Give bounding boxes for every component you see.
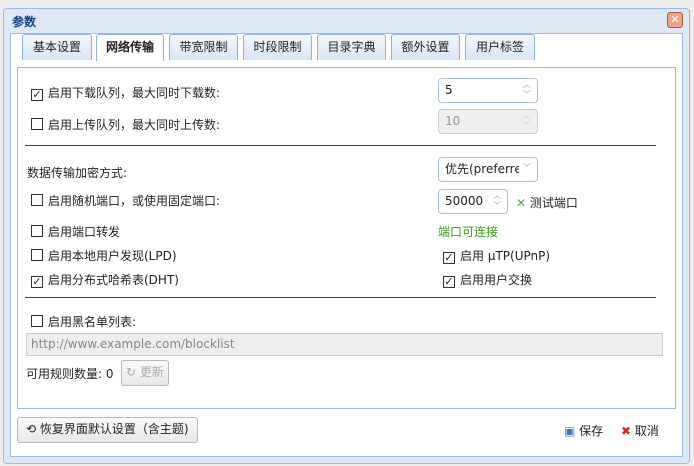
port-forward-row: 启用端口转发 bbox=[31, 223, 120, 240]
update-button[interactable]: ↻ 更新 bbox=[121, 360, 169, 386]
encryption-value: 优先(preferre bbox=[445, 162, 522, 176]
spinner-arrows-icon[interactable]: ︿ ﹀ bbox=[489, 191, 505, 211]
port-value: 50000 bbox=[445, 194, 484, 208]
divider bbox=[25, 297, 656, 298]
dht-row: ✓ 启用分布式哈希表(DHT) bbox=[31, 271, 179, 288]
upload-queue-checkbox[interactable] bbox=[31, 118, 43, 130]
pex-checkbox[interactable]: ✓ bbox=[443, 276, 455, 288]
divider bbox=[25, 145, 656, 146]
save-button[interactable]: ▣ 保存 bbox=[564, 422, 603, 439]
tab-user-labels[interactable]: 用户标签 bbox=[465, 34, 535, 60]
random-port-row: 启用随机端口，或使用固定端口: bbox=[31, 192, 220, 209]
download-queue-value: 5 bbox=[445, 83, 453, 97]
save-label: 保存 bbox=[579, 424, 604, 438]
upload-queue-spinner[interactable]: 10 ︿ ﹀ bbox=[438, 109, 538, 134]
dht-label: 启用分布式哈希表(DHT) bbox=[48, 273, 179, 287]
spinner-arrows-icon[interactable]: ︿ ﹀ bbox=[519, 80, 535, 100]
encryption-select[interactable]: 优先(preferre ﹀ bbox=[438, 157, 538, 182]
tab-network[interactable]: 网络传输 bbox=[96, 34, 164, 61]
blocklist-label: 启用黑名单列表: bbox=[48, 315, 137, 329]
pex-row: ✓ 启用用户交换 bbox=[443, 271, 532, 288]
upload-queue-value: 10 bbox=[445, 114, 461, 128]
test-port-label: 测试端口 bbox=[529, 196, 578, 210]
dialog-title: 参数 bbox=[12, 15, 37, 29]
test-port-button[interactable]: ✕ 测试端口 bbox=[516, 194, 578, 211]
port-status: 端口可连接 bbox=[438, 225, 499, 239]
tab-bandwidth[interactable]: 带宽限制 bbox=[169, 34, 238, 60]
tab-schedule[interactable]: 时段限制 bbox=[243, 34, 312, 60]
restore-icon: ⟲ bbox=[26, 422, 37, 436]
blocklist-url-input[interactable]: http://www.example.com/blocklist bbox=[26, 333, 663, 356]
cancel-label: 取消 bbox=[634, 424, 659, 438]
port-spinner[interactable]: 50000 ︿ ﹀ bbox=[438, 189, 508, 214]
tab-dictionary[interactable]: 目录字典 bbox=[317, 34, 386, 60]
blocklist-row: 启用黑名单列表: bbox=[31, 313, 136, 330]
random-port-checkbox[interactable] bbox=[31, 194, 43, 206]
lpd-checkbox[interactable] bbox=[31, 249, 43, 261]
cancel-button[interactable]: ✖ 取消 bbox=[621, 422, 659, 439]
utp-row: ✓ 启用 µTP(UPnP) bbox=[443, 247, 550, 264]
port-forward-label: 启用端口转发 bbox=[48, 225, 121, 239]
cancel-x-icon: ✖ bbox=[621, 424, 632, 438]
update-label: 更新 bbox=[139, 365, 164, 379]
encryption-label: 数据传输加密方式: bbox=[27, 166, 128, 180]
port-forward-checkbox[interactable] bbox=[31, 225, 43, 237]
lpd-row: 启用本地用户发现(LPD) bbox=[31, 247, 177, 264]
download-queue-row: ✓ 启用下载队列，最大同时下载数: bbox=[31, 84, 220, 101]
close-button[interactable]: ✕ bbox=[667, 12, 683, 28]
dht-checkbox[interactable]: ✓ bbox=[31, 276, 43, 288]
chevron-down-icon: ﹀ bbox=[519, 163, 535, 173]
pex-label: 启用用户交换 bbox=[460, 273, 533, 287]
utp-checkbox[interactable]: ✓ bbox=[443, 252, 455, 264]
download-queue-checkbox[interactable]: ✓ bbox=[31, 89, 43, 101]
restore-label: 恢复界面默认设置（含主题) bbox=[39, 422, 189, 436]
tab-extra[interactable]: 额外设置 bbox=[391, 34, 460, 60]
floppy-disk-icon: ▣ bbox=[564, 424, 576, 438]
upload-queue-label: 启用上传队列，最大同时上传数: bbox=[48, 118, 221, 132]
random-port-label: 启用随机端口，或使用固定端口: bbox=[48, 194, 221, 208]
download-queue-spinner[interactable]: 5 ︿ ﹀ bbox=[438, 78, 538, 103]
shuffle-icon: ✕ bbox=[516, 196, 527, 210]
lpd-label: 启用本地用户发现(LPD) bbox=[48, 249, 177, 263]
restore-defaults-button[interactable]: ⟲ 恢复界面默认设置（含主题) bbox=[17, 417, 198, 443]
download-queue-label: 启用下载队列，最大同时下载数: bbox=[48, 86, 221, 100]
tab-basic[interactable]: 基本设置 bbox=[22, 34, 92, 60]
rules-count: 0 bbox=[105, 367, 114, 381]
blocklist-checkbox[interactable] bbox=[31, 315, 43, 327]
rules-label: 可用规则数量: bbox=[26, 367, 103, 381]
utp-label: 启用 µTP(UPnP) bbox=[460, 249, 551, 263]
spinner-arrows-icon: ︿ ﹀ bbox=[523, 111, 531, 130]
upload-queue-row: 启用上传队列，最大同时上传数: bbox=[31, 116, 220, 133]
refresh-icon: ↻ bbox=[126, 365, 137, 379]
rules-count-row: 可用规则数量: 0 bbox=[26, 365, 114, 382]
